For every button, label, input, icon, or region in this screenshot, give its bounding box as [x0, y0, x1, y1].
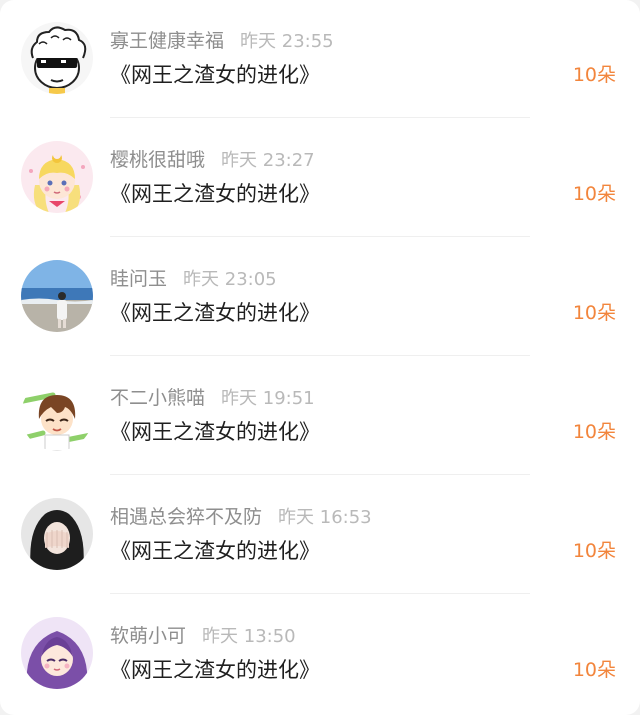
divider: [110, 474, 530, 475]
timestamp: 昨天 23:05: [183, 269, 277, 290]
book-title[interactable]: 《网王之渣女的进化》: [110, 656, 320, 684]
record-meta: 软萌小可 昨天 13:50: [110, 623, 296, 649]
beach-photo-avatar[interactable]: [21, 260, 93, 332]
book-title[interactable]: 《网王之渣女的进化》: [110, 418, 320, 446]
list-item[interactable]: 不二小熊喵 昨天 19:51 《网王之渣女的进化》 10朵: [0, 357, 640, 476]
anime-boy-avatar[interactable]: [21, 379, 93, 451]
record-meta: 不二小熊喵 昨天 19:51: [110, 385, 315, 411]
divider: [110, 593, 530, 594]
record-meta: 眭问玉 昨天 23:05: [110, 266, 277, 292]
timestamp: 昨天 19:51: [221, 388, 315, 409]
divider: [110, 117, 530, 118]
girl-covering-face-avatar[interactable]: [21, 498, 93, 570]
sender-name[interactable]: 相遇总会猝不及防: [110, 506, 262, 528]
flower-count: 10朵: [572, 64, 616, 86]
list-item[interactable]: 软萌小可 昨天 13:50 《网王之渣女的进化》 10朵: [0, 595, 640, 714]
timestamp: 昨天 23:27: [221, 150, 315, 171]
flower-count: 10朵: [572, 421, 616, 443]
timestamp: 昨天 23:55: [240, 31, 334, 52]
timestamp: 昨天 16:53: [278, 507, 372, 528]
timestamp: 昨天 13:50: [202, 626, 296, 647]
book-title[interactable]: 《网王之渣女的进化》: [110, 180, 320, 208]
flower-count: 10朵: [572, 183, 616, 205]
record-meta: 相遇总会猝不及防 昨天 16:53: [110, 504, 372, 530]
sender-name[interactable]: 软萌小可: [110, 625, 186, 647]
record-meta: 樱桃很甜哦 昨天 23:27: [110, 147, 315, 173]
flower-count: 10朵: [572, 302, 616, 324]
flower-count: 10朵: [572, 540, 616, 562]
list-item[interactable]: 寡王健康幸福 昨天 23:55 《网王之渣女的进化》 10朵: [0, 0, 640, 119]
sailor-moon-avatar[interactable]: [21, 141, 93, 213]
sender-name[interactable]: 眭问玉: [110, 268, 167, 290]
list-item[interactable]: 眭问玉 昨天 23:05 《网王之渣女的进化》 10朵: [0, 238, 640, 357]
gift-record-list: 寡王健康幸福 昨天 23:55 《网王之渣女的进化》 10朵 樱桃很甜哦 昨天 …: [0, 0, 640, 715]
book-title[interactable]: 《网王之渣女的进化》: [110, 537, 320, 565]
sender-name[interactable]: 寡王健康幸福: [110, 30, 224, 52]
anime-girl-avatar[interactable]: [21, 617, 93, 689]
list-item[interactable]: 樱桃很甜哦 昨天 23:27 《网王之渣女的进化》 10朵: [0, 119, 640, 238]
divider: [110, 236, 530, 237]
list-item[interactable]: 相遇总会猝不及防 昨天 16:53 《网王之渣女的进化》 10朵: [0, 476, 640, 595]
sunglasses-cartoon-avatar[interactable]: [21, 22, 93, 94]
divider: [110, 355, 530, 356]
record-meta: 寡王健康幸福 昨天 23:55: [110, 28, 334, 54]
sender-name[interactable]: 不二小熊喵: [110, 387, 205, 409]
book-title[interactable]: 《网王之渣女的进化》: [110, 61, 320, 89]
flower-count: 10朵: [572, 659, 616, 681]
book-title[interactable]: 《网王之渣女的进化》: [110, 299, 320, 327]
sender-name[interactable]: 樱桃很甜哦: [110, 149, 205, 171]
